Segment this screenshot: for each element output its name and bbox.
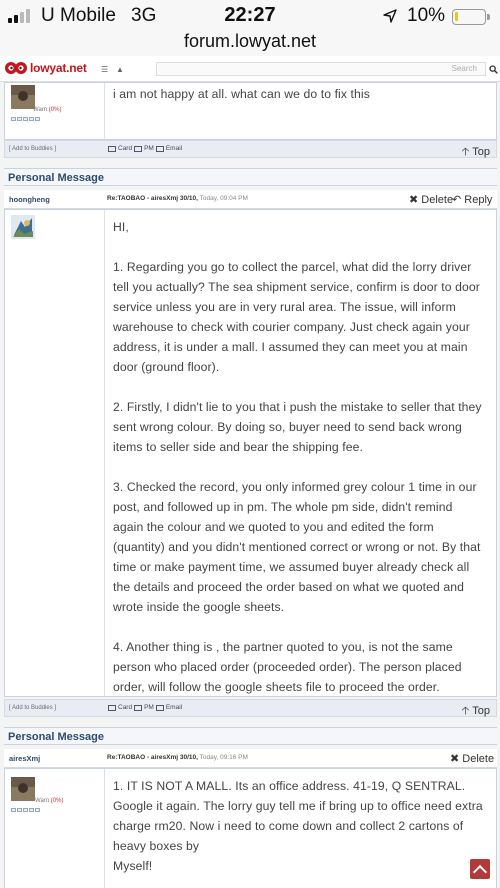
message: Warn:(0%) 1. IT IS NOT A MALL. Its an of… — [4, 768, 497, 888]
add-to-buddies-link[interactable]: [ Add to Buddies ] — [9, 705, 56, 711]
author-column — [5, 210, 105, 696]
author-name[interactable]: airesXmj — [9, 754, 40, 763]
message-time: Today, 09:04 PM — [199, 195, 248, 202]
reply-icon: ↶ — [452, 194, 462, 206]
warn-level: Warn:(0%) — [35, 798, 64, 804]
search-input[interactable]: Search — [156, 62, 486, 76]
previous-message: Warn:(0%) i am not happy at all. what ca… — [4, 82, 497, 140]
avatar — [11, 777, 35, 801]
email-link[interactable]: Email — [166, 145, 182, 152]
pm-link[interactable]: PM — [144, 704, 154, 711]
menu-icon[interactable]: ☰ — [101, 65, 108, 74]
contact-links: Card PM Email — [108, 704, 182, 711]
warn-level: Warn:(0%) — [33, 107, 62, 113]
close-icon: ✖ — [450, 753, 460, 765]
message-meta: hoongheng Re:TAOBAO - airesXmj 30/10, To… — [4, 190, 497, 209]
pm-icon — [134, 704, 143, 711]
close-icon: ✖ — [409, 194, 419, 206]
top-link[interactable]: 🡡 Top — [461, 143, 490, 162]
message-body: i am not happy at all. what can we do to… — [113, 87, 370, 101]
message-body: 1. IT IS NOT A MALL. Its an office addre… — [113, 779, 483, 873]
message-body: HI, 1. Regarding you go to collect the p… — [113, 220, 482, 694]
warn-meter — [11, 808, 40, 812]
message-subject: Re:TAOBAO - airesXmj 30/10, Today, 09:04… — [107, 195, 248, 202]
delete-button[interactable]: ✖ Delete — [409, 193, 453, 206]
warn-meter — [11, 117, 40, 121]
avatar — [11, 85, 35, 109]
add-to-buddies-link[interactable]: [ Add to Buddies ] — [9, 146, 56, 152]
screen: U Mobile 3G 22:27 10% forum.lowyat.net l… — [0, 0, 500, 888]
message-footer: [ Add to Buddies ] Card PM Email 🡡 Top — [4, 140, 497, 158]
logo-mark-icon — [5, 62, 27, 74]
author-column: Warn:(0%) — [5, 769, 105, 888]
battery-percent: 10% — [407, 5, 446, 26]
arrow-up-icon: 🡡 — [461, 146, 470, 158]
personal-message-heading: Personal Message — [4, 727, 497, 745]
notifications-icon[interactable]: ▲ — [116, 65, 124, 74]
card-link[interactable]: Card — [118, 704, 132, 711]
pm-icon — [134, 145, 143, 152]
author-name[interactable]: hoongheng — [9, 195, 50, 204]
forum-header: lowyat.net ☰ ▲ Search — [0, 56, 500, 82]
email-icon — [155, 145, 164, 152]
card-link[interactable]: Card — [118, 145, 132, 152]
message-footer: [ Add to Buddies ] Card PM Email 🡡 Top — [4, 699, 497, 717]
pm-link[interactable]: PM — [144, 145, 154, 152]
contact-links: Card PM Email — [108, 145, 182, 152]
battery-icon — [452, 9, 490, 25]
message-meta: airesXmj Re:TAOBAO - airesXmj 30/10, Tod… — [4, 749, 497, 768]
personal-message-heading: Personal Message — [4, 168, 497, 186]
author-column: Warn:(0%) — [5, 83, 105, 139]
logo-text: lowyat.net — [30, 61, 87, 75]
status-bar: U Mobile 3G 22:27 10% — [0, 0, 500, 30]
message: HI, 1. Regarding you go to collect the p… — [4, 209, 497, 697]
address-bar[interactable]: forum.lowyat.net — [0, 30, 500, 56]
card-icon — [108, 145, 116, 152]
reply-button[interactable]: ↶ Reply — [452, 193, 492, 206]
arrow-up-icon: 🡡 — [461, 705, 470, 717]
location-arrow-icon — [383, 9, 397, 23]
search-placeholder: Search — [451, 64, 477, 73]
delete-button[interactable]: ✖ Delete — [450, 752, 494, 765]
search-icon[interactable] — [489, 65, 498, 74]
avatar — [11, 215, 35, 239]
email-link[interactable]: Email — [166, 704, 182, 711]
scroll-to-top-button[interactable] — [470, 859, 490, 879]
site-logo[interactable]: lowyat.net — [4, 61, 87, 75]
top-link[interactable]: 🡡 Top — [461, 702, 490, 721]
message-subject: Re:TAOBAO - airesXmj 30/10, Today, 09:16… — [107, 754, 248, 761]
url-text: forum.lowyat.net — [183, 31, 317, 51]
message-time: Today, 09:16 PM — [199, 754, 248, 761]
card-icon — [108, 704, 116, 711]
email-icon — [155, 704, 164, 711]
